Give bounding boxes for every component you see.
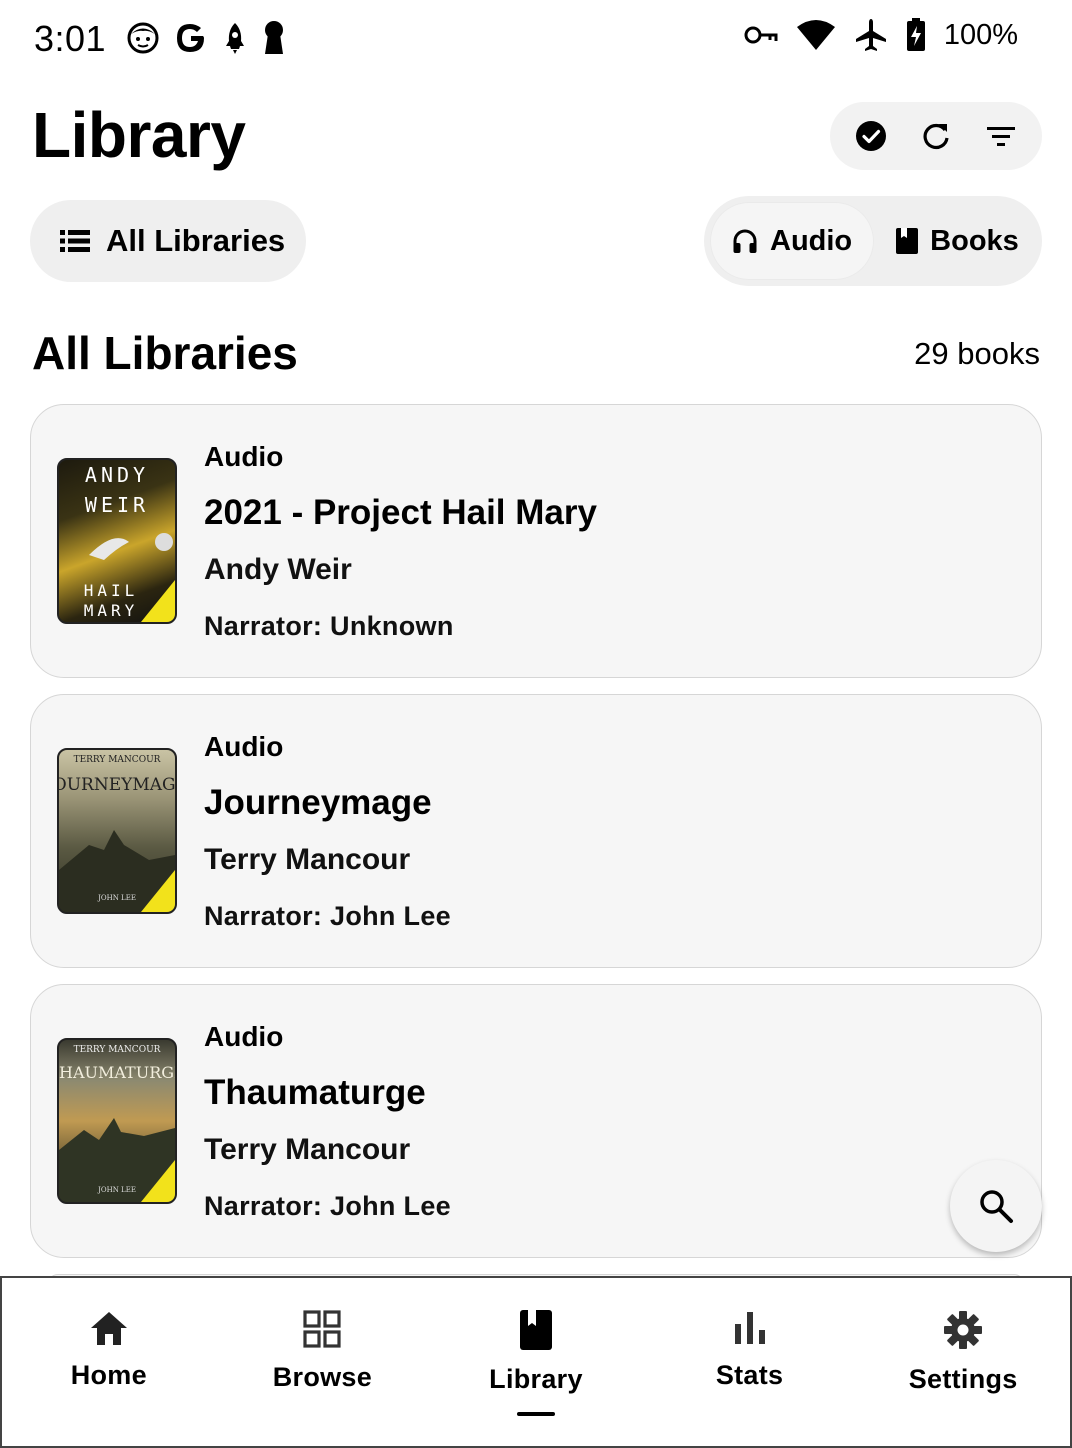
airplane-icon — [854, 18, 888, 52]
book-type: Audio — [204, 441, 284, 472]
cover-narrator: JOHN LEE — [97, 1186, 136, 1194]
search-button[interactable] — [950, 1160, 1042, 1252]
status-time: 3:01 — [34, 18, 107, 59]
filter-icon — [986, 124, 1016, 148]
nav-stats[interactable]: Stats — [643, 1278, 857, 1446]
cover-author: TERRY MANCOUR — [74, 1045, 161, 1055]
nav-home[interactable]: Home — [2, 1278, 216, 1446]
book-title: 2021 - Project Hail Mary — [204, 493, 597, 532]
vpn-key-icon — [744, 24, 778, 46]
nav-library-label: Library — [489, 1364, 583, 1394]
nav-library[interactable]: Library — [429, 1278, 643, 1446]
toggle-audio-label: Audio — [770, 224, 853, 257]
toggle-books[interactable]: Books — [874, 202, 1041, 280]
rocket-icon — [222, 21, 248, 55]
cover-author: TERRY MANCOUR — [74, 755, 161, 765]
book-count: 29 books — [914, 336, 1040, 371]
book-narrator: Narrator: John Lee — [204, 901, 451, 931]
nav-stats-label: Stats — [715, 1360, 784, 1390]
headphones-icon — [732, 228, 758, 254]
grid-icon — [303, 1310, 341, 1348]
list-icon — [60, 229, 90, 253]
status-right-icons: 100% — [744, 18, 1018, 52]
book-author: Terry Mancour — [204, 843, 411, 876]
book-card[interactable]: TERRY MANCOUR JOURNEYMAGE JOHN LEE Audio… — [30, 694, 1042, 968]
nav-settings-label: Settings — [908, 1364, 1018, 1394]
book-cover: TERRY MANCOUR JOURNEYMAGE JOHN LEE — [57, 748, 177, 914]
check-circle-icon — [855, 120, 887, 152]
select-all-button[interactable] — [843, 108, 899, 164]
book-narrator: Narrator: John Lee — [204, 1191, 451, 1221]
section-title: All Libraries — [32, 327, 298, 379]
wifi-icon — [796, 19, 836, 51]
gear-icon — [943, 1310, 983, 1350]
book-cover: ANDY WEIR HAIL MARY — [57, 458, 177, 624]
cover-title: THAUMATURGE — [59, 1063, 175, 1082]
bottom-navigation: Home Browse Library Stats Settings — [0, 1276, 1072, 1448]
nav-settings[interactable]: Settings — [856, 1278, 1070, 1446]
toggle-audio[interactable]: Audio — [710, 202, 875, 280]
media-type-toggle: Audio Books — [704, 196, 1042, 286]
home-icon — [89, 1310, 129, 1346]
cover-author-last: WEIR — [85, 493, 149, 517]
nav-browse-label: Browse — [272, 1362, 373, 1392]
page-title: Library — [32, 99, 246, 171]
book-narrator: Narrator: Unknown — [204, 611, 454, 641]
book-author: Andy Weir — [204, 553, 352, 586]
cover-title: JOURNEYMAGE — [59, 775, 175, 795]
nav-home-label: Home — [70, 1360, 147, 1390]
active-tab-indicator — [516, 1412, 555, 1416]
status-left-icons — [126, 20, 286, 56]
cover-author-first: ANDY — [85, 463, 149, 487]
library-selector-button[interactable]: All Libraries — [30, 200, 306, 282]
book-title: Thaumaturge — [204, 1073, 426, 1112]
search-icon — [978, 1188, 1014, 1224]
book-type: Audio — [204, 1021, 284, 1052]
book-title: Journeymage — [204, 783, 432, 822]
book-cover: TERRY MANCOUR THAUMATURGE JOHN LEE — [57, 1038, 177, 1204]
filter-button[interactable] — [973, 108, 1029, 164]
refresh-button[interactable] — [908, 108, 964, 164]
status-bar: 3:01 100% — [0, 0, 1072, 80]
battery-charging-icon — [906, 18, 926, 52]
book-icon — [519, 1310, 552, 1350]
book-card[interactable]: ANDY WEIR HAIL MARY Audio 2021 - Project… — [30, 404, 1042, 678]
google-icon — [174, 21, 208, 55]
bar-chart-icon — [732, 1310, 768, 1346]
book-type: Audio — [204, 731, 284, 762]
cover-title-line1: HAIL — [84, 581, 139, 600]
keyhole-icon — [262, 20, 286, 56]
refresh-icon — [921, 121, 951, 151]
face-icon — [126, 21, 160, 55]
book-icon — [896, 228, 919, 254]
header-actions — [830, 102, 1042, 170]
cover-title-line2: MARY — [84, 601, 139, 620]
battery-percentage: 100% — [943, 18, 1018, 51]
library-selector-label: All Libraries — [106, 223, 286, 258]
book-card[interactable]: TERRY MANCOUR THAUMATURGE JOHN LEE Audio… — [30, 984, 1042, 1258]
book-author: Terry Mancour — [204, 1133, 411, 1166]
toggle-books-label: Books — [930, 224, 1019, 257]
cover-narrator: JOHN LEE — [97, 894, 136, 902]
nav-browse[interactable]: Browse — [216, 1278, 430, 1446]
